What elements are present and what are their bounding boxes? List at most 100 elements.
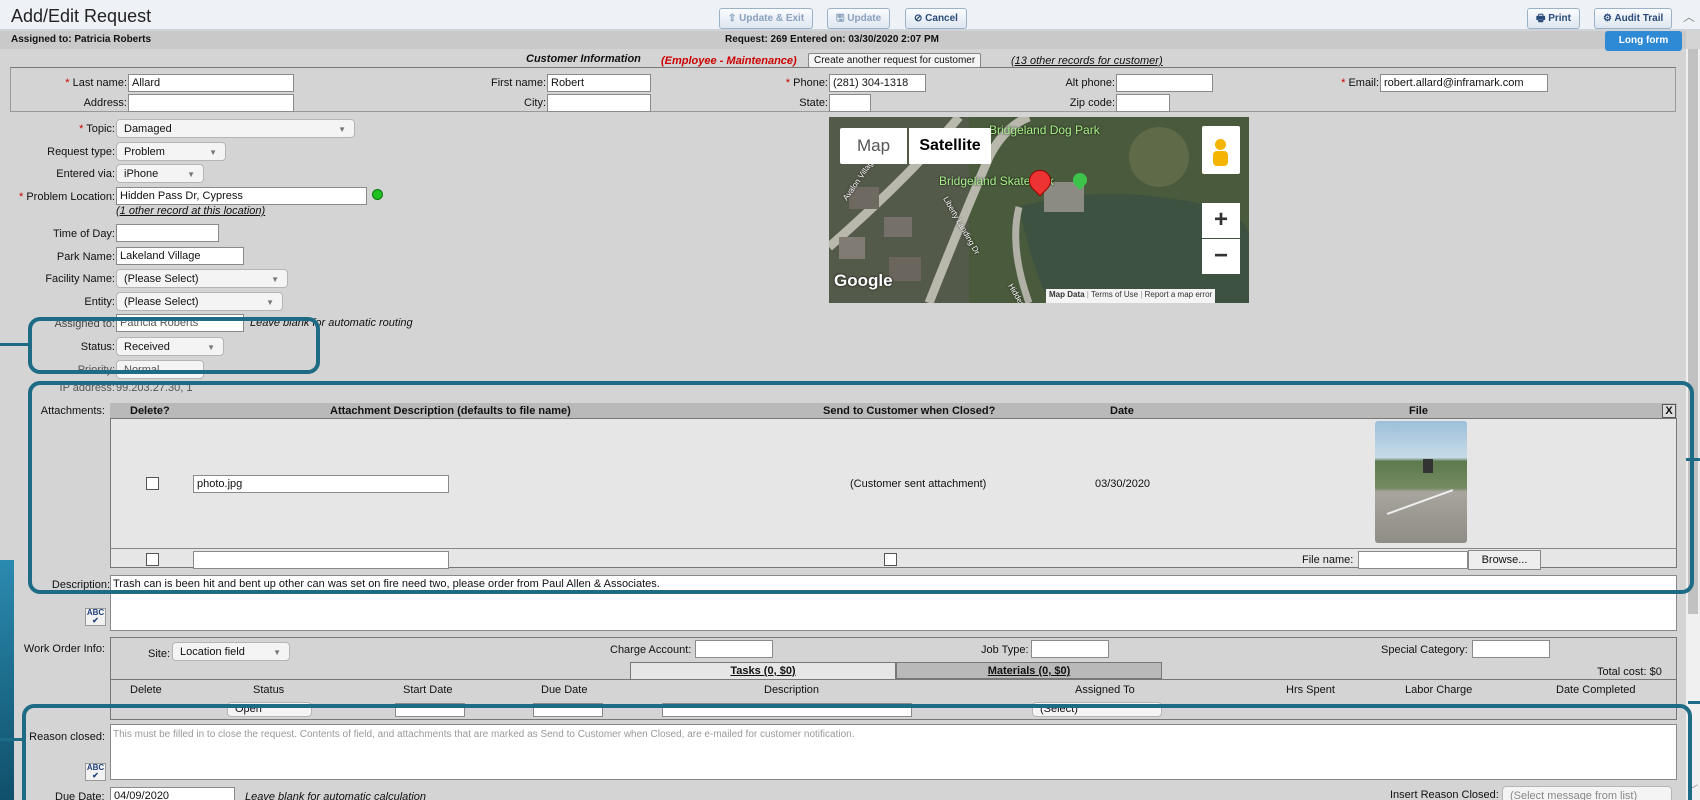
chevron-up-icon[interactable]: ︿ <box>1683 8 1695 25</box>
job-type-field[interactable] <box>1031 640 1109 658</box>
spellcheck-icon[interactable]: ABC ✔ <box>85 608 106 626</box>
close-attachments-button[interactable]: X <box>1662 404 1676 418</box>
cancel-button[interactable]: ⊘ Cancel <box>905 8 967 29</box>
state-field[interactable] <box>829 94 871 112</box>
chevron-down-icon[interactable]: ﹀ <box>1688 781 1698 796</box>
print-button[interactable]: 🖶 Print <box>1527 8 1580 29</box>
assigned-to-text: Assigned to: Patricia Roberts <box>11 34 152 45</box>
create-another-button[interactable]: Create another request for customer <box>808 53 982 68</box>
map-tab-satellite[interactable]: Satellite <box>909 128 991 164</box>
file-name-field[interactable] <box>1358 551 1468 569</box>
map-footer: Map Data | Terms of Use | Report a map e… <box>1046 289 1216 303</box>
entity-select[interactable]: (Please Select) ▼ <box>116 292 283 311</box>
alt-phone-label: Alt phone: <box>1065 77 1115 89</box>
new-attachment-description-field[interactable] <box>193 551 449 569</box>
map-data-link[interactable]: Map Data <box>1049 290 1085 299</box>
zip-label: Zip code: <box>1069 97 1115 109</box>
tasks-header: Assigned To <box>1075 684 1135 696</box>
location-status-dot <box>372 189 383 200</box>
audit-trail-button[interactable]: ⚙ Audit Trail <box>1594 8 1673 29</box>
priority-label: Priority: <box>77 364 115 376</box>
tab-materials[interactable]: Materials (0, $0) <box>896 662 1162 679</box>
email-field[interactable]: robert.allard@inframark.com <box>1380 74 1548 92</box>
entered-via-select[interactable]: iPhone ▼ <box>116 164 204 183</box>
task-start-date-field[interactable] <box>395 703 465 717</box>
attachment-row-divider <box>110 548 1677 549</box>
map-view[interactable]: Bridgeland Dog Park Bridgeland Skatepark… <box>829 117 1249 303</box>
attachment-thumbnail-image[interactable] <box>1375 421 1467 543</box>
address-field[interactable] <box>128 94 294 112</box>
task-description-field[interactable] <box>662 703 912 717</box>
special-category-field[interactable] <box>1472 640 1550 658</box>
long-form-button[interactable]: Long form <box>1605 31 1682 51</box>
zoom-in-button[interactable]: + <box>1202 203 1240 238</box>
spellcheck-icon[interactable]: ABC ✔ <box>85 763 106 781</box>
closing-highlight-pointer-left <box>0 738 24 741</box>
scrollbar-thumb[interactable] <box>1688 49 1698 614</box>
attachments-header: Attachment Description (defaults to file… <box>330 405 571 417</box>
tasks-header: Date Completed <box>1556 684 1636 696</box>
charge-account-field[interactable] <box>695 640 773 658</box>
new-attachment-send-checkbox[interactable] <box>884 553 897 566</box>
status-highlight-pointer <box>0 343 30 346</box>
street-view-pegman-icon[interactable] <box>1202 126 1240 174</box>
terms-link[interactable]: Terms of Use <box>1091 290 1138 299</box>
special-category-label: Special Category: <box>1381 644 1468 656</box>
site-select[interactable]: Location field ▼ <box>172 642 290 661</box>
entity-label: Entity: <box>84 296 115 308</box>
reason-closed-field[interactable]: This must be filled in to close the requ… <box>110 724 1677 780</box>
other-location-link[interactable]: (1 other record at this location) <box>116 205 265 217</box>
assigned-to-field[interactable]: Patricia Roberts <box>116 314 244 332</box>
address-label: Address: <box>83 97 127 109</box>
update-exit-button[interactable]: ⇪ Update & Exit <box>719 8 814 29</box>
browse-button[interactable]: Browse... <box>1468 550 1541 570</box>
status-label: Status: <box>80 341 115 353</box>
task-due-date-field[interactable] <box>533 703 603 717</box>
park-name-field[interactable]: Lakeland Village <box>116 247 244 265</box>
topic-select[interactable]: Damaged ▼ <box>116 119 355 138</box>
tasks-header-row <box>110 679 1677 680</box>
task-assigned-select[interactable]: (Select) <box>1032 702 1162 717</box>
zip-field[interactable] <box>1116 94 1170 112</box>
task-status-select[interactable]: Open <box>227 702 312 717</box>
other-records-link[interactable]: (13 other records for customer) <box>1011 55 1163 67</box>
alt-phone-field[interactable] <box>1116 74 1213 92</box>
map-place-label: Bridgeland Dog Park <box>989 123 1100 137</box>
status-select[interactable]: Received ▼ <box>116 337 224 356</box>
charge-account-label: Charge Account: <box>610 644 692 656</box>
tab-tasks[interactable]: Tasks (0, $0) <box>630 662 896 679</box>
city-field[interactable] <box>547 94 651 112</box>
zoom-out-button[interactable]: − <box>1202 239 1240 274</box>
assigned-hint: Leave blank for automatic routing <box>250 317 413 329</box>
delete-attachment-checkbox[interactable] <box>146 477 159 490</box>
attachments-label: Attachments: <box>40 405 105 417</box>
tasks-header: Status <box>253 684 285 696</box>
report-error-link[interactable]: Report a map error <box>1145 290 1213 299</box>
time-of-day-field[interactable] <box>116 224 219 242</box>
attachments-header: Date <box>1110 405 1134 417</box>
map-tab-map[interactable]: Map <box>840 128 907 164</box>
due-date-field[interactable]: 04/09/2020 <box>110 787 235 800</box>
dropdown-arrow-icon: ▼ <box>271 275 279 284</box>
topic-label: * Topic: <box>79 123 115 135</box>
last-name-field[interactable]: Allard <box>128 74 294 92</box>
left-decoration <box>0 560 14 800</box>
insert-reason-select[interactable]: (Select message from list) <box>1502 786 1672 800</box>
priority-select[interactable]: Normal <box>116 360 204 379</box>
reason-closed-label: Reason closed: <box>29 731 105 743</box>
request-type-select[interactable]: Problem ▼ <box>116 142 226 161</box>
facility-name-select[interactable]: (Please Select) ▼ <box>116 269 288 288</box>
due-date-label: Due Date: <box>55 791 105 800</box>
due-date-hint: Leave blank for automatic calculation <box>245 791 426 800</box>
park-name-label: Park Name: <box>56 251 115 263</box>
attachment-description-field[interactable]: photo.jpg <box>193 475 449 493</box>
description-field[interactable]: Trash can is been hit and bent up other … <box>110 575 1677 631</box>
new-attachment-delete-checkbox[interactable] <box>146 553 159 566</box>
job-type-label: Job Type: <box>981 644 1029 656</box>
first-name-field[interactable]: Robert <box>547 74 651 92</box>
problem-location-field[interactable]: Hidden Pass Dr, Cypress <box>116 187 367 205</box>
phone-field[interactable]: (281) 304-1318 <box>829 74 926 92</box>
send-to-customer-text: (Customer sent attachment) <box>850 478 987 490</box>
dropdown-arrow-icon: ▼ <box>187 170 195 179</box>
update-button[interactable]: 🖫 Update <box>827 8 891 29</box>
